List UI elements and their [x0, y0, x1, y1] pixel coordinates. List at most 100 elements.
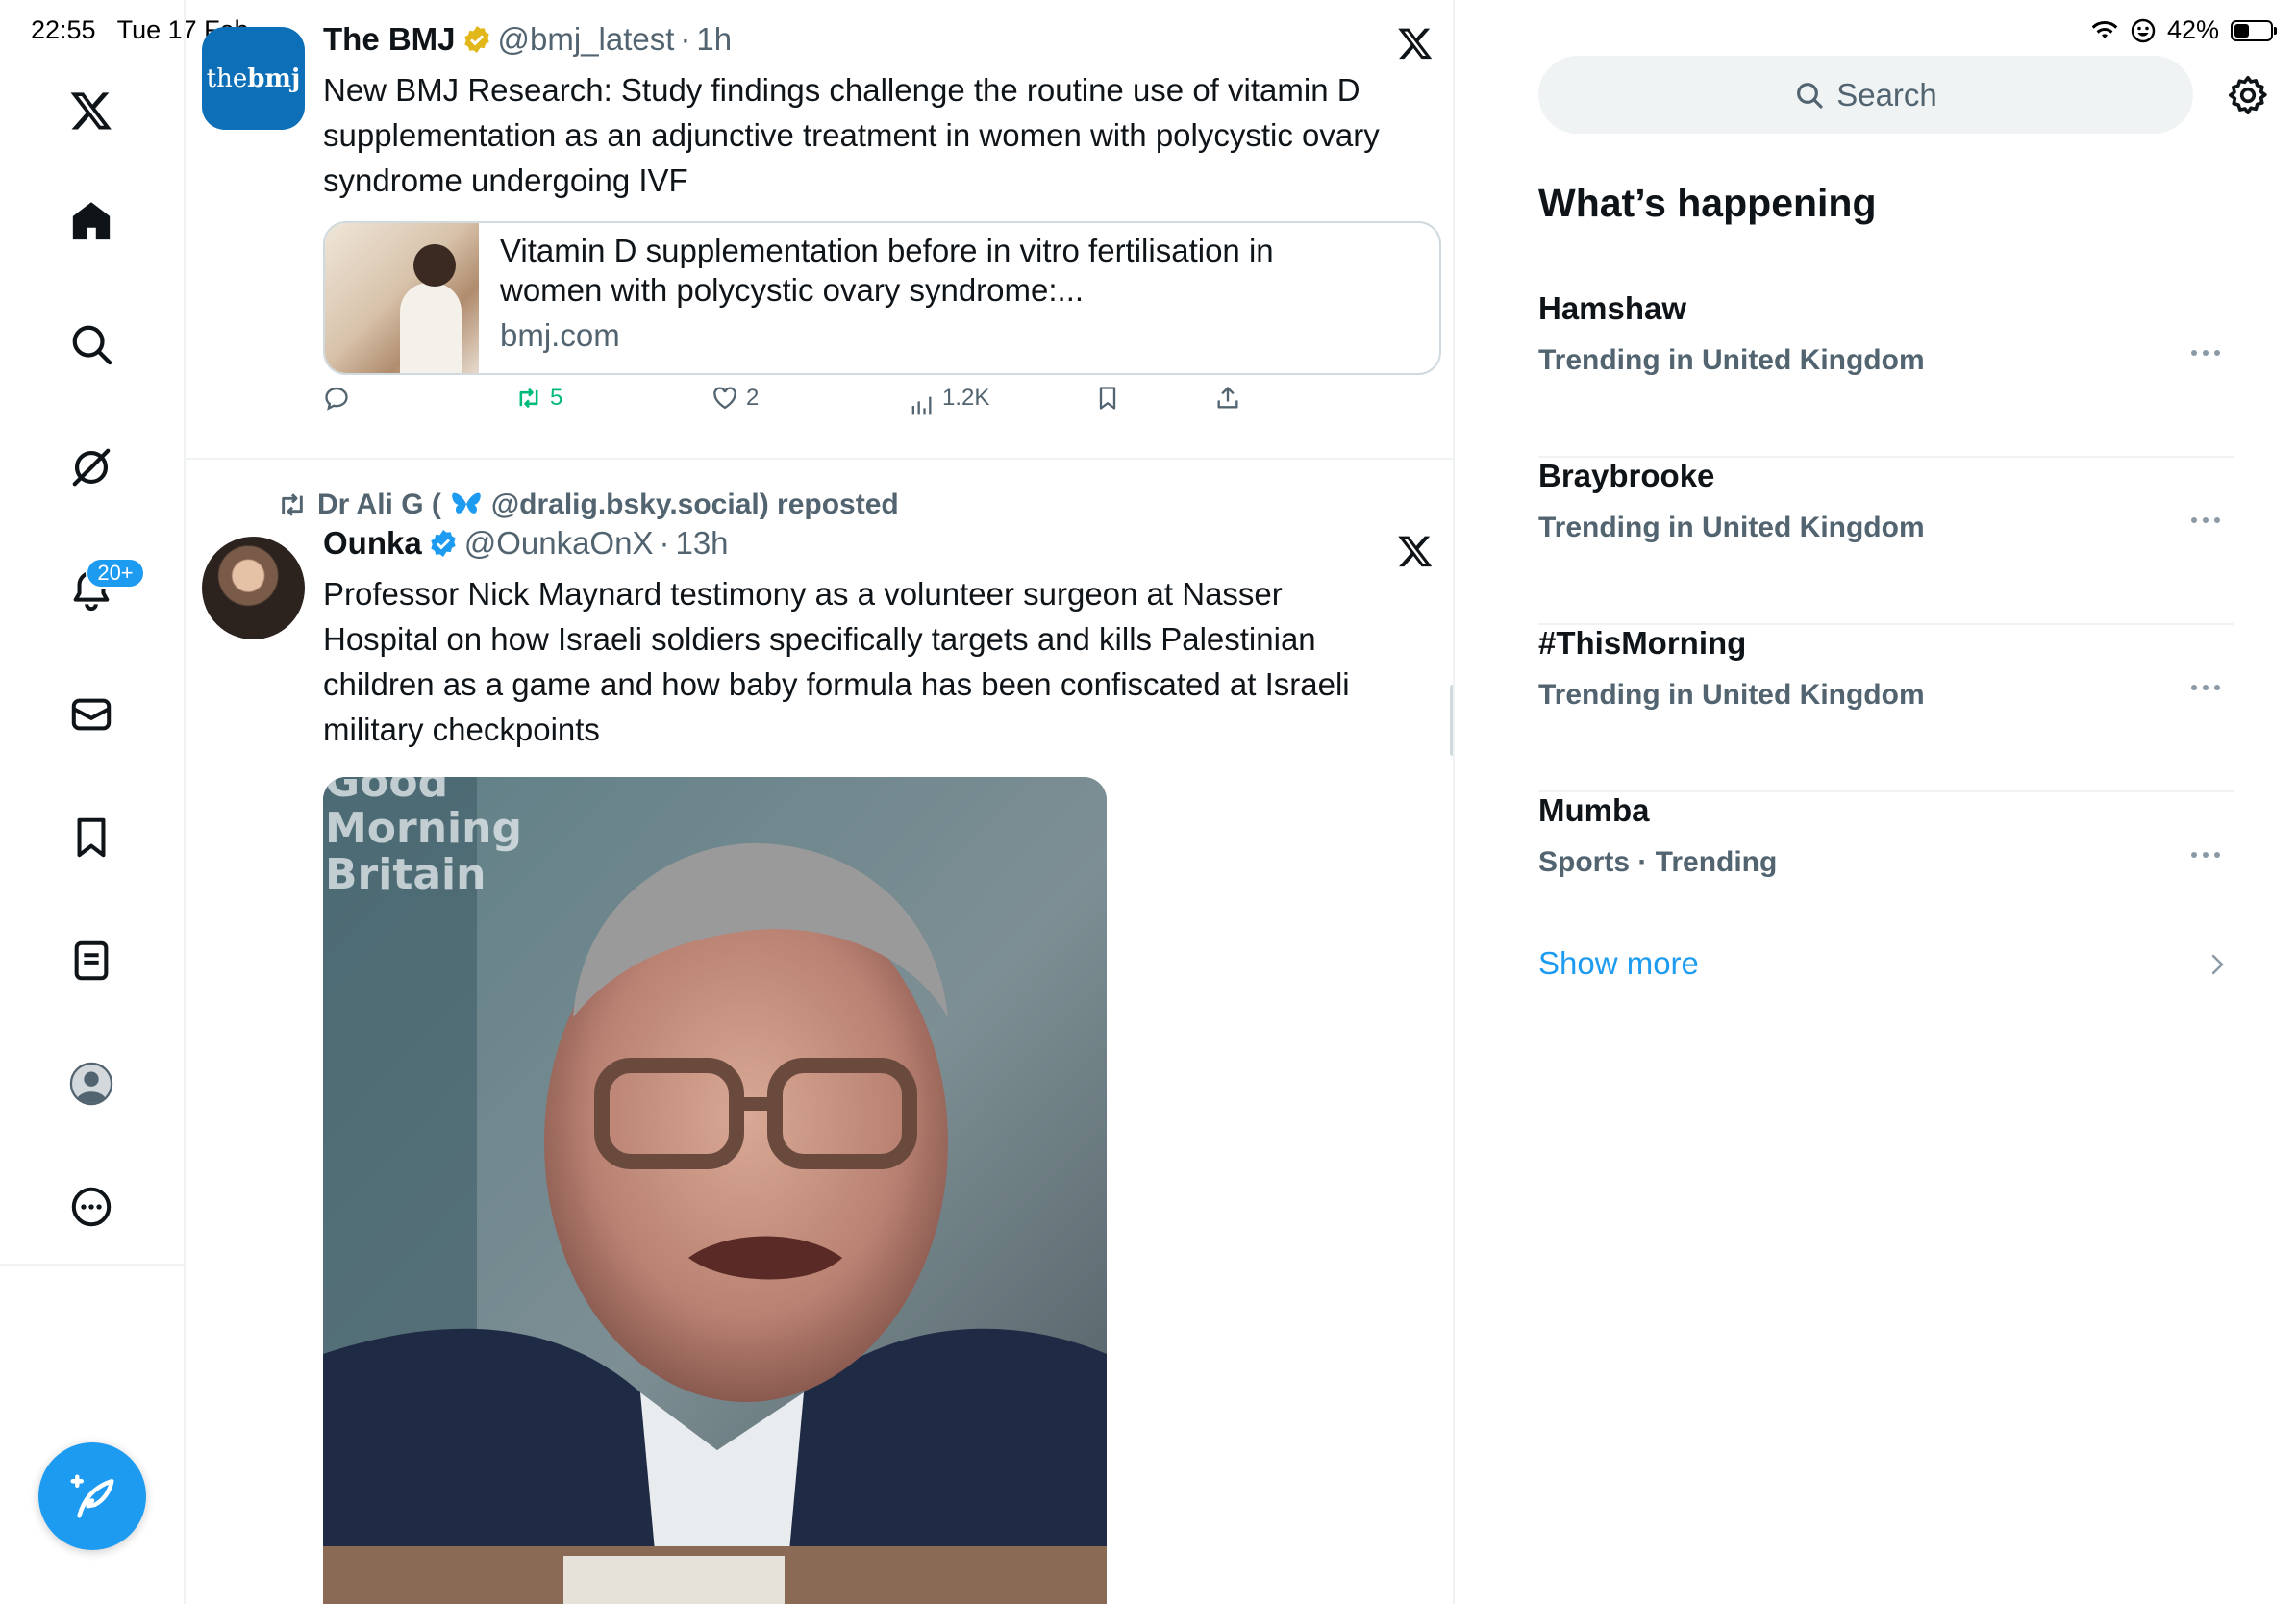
search-icon — [72, 325, 112, 365]
search-input[interactable]: Search — [1538, 56, 2193, 134]
tweet[interactable]: Dr Ali G ( @dralig.bsky.social) reposted… — [186, 460, 1453, 1604]
nav-home[interactable] — [60, 189, 123, 253]
link-card-domain: bmj.com — [500, 317, 620, 353]
ounka-avatar[interactable] — [202, 537, 305, 639]
tweet-actions: 5 2 1.2K — [323, 385, 1285, 433]
tweet-video[interactable]: Good Morning Britain — [323, 777, 1107, 1604]
video-frame: Good Morning Britain — [323, 777, 1107, 1604]
reply-icon — [325, 387, 348, 411]
link-card-title: Vitamin D supplementation before in vitr… — [500, 233, 1274, 308]
link-preview-card[interactable]: Vitamin D supplementation before in vitr… — [323, 221, 1441, 375]
repost-by-name: Dr Ali G ( — [317, 489, 441, 520]
author-handle[interactable]: @bmj_latest — [498, 21, 675, 58]
right-sidebar: Search What’s happening Hamshaw Trending… — [1457, 0, 2296, 1604]
views-button[interactable]: 1.2K — [908, 377, 989, 419]
bookmark-button[interactable] — [1094, 385, 1121, 412]
heart-icon — [713, 387, 736, 410]
views-bar-chart-icon — [911, 396, 932, 415]
separator-dot: · — [659, 525, 670, 561]
share-upload-icon — [1217, 387, 1238, 409]
more-horizontal-icon[interactable] — [2189, 515, 2222, 525]
thumbnail-person-body — [400, 283, 462, 373]
share-button[interactable] — [1214, 385, 1241, 412]
grok-icon — [72, 448, 111, 487]
tweet[interactable]: the bmj The BMJ @bmj_latest · 1h New BMJ … — [186, 0, 1453, 460]
repost-context[interactable]: Dr Ali G ( @dralig.bsky.social) reposted — [277, 489, 899, 521]
timeline[interactable]: the bmj The BMJ @bmj_latest · 1h New BMJ … — [186, 0, 1455, 1604]
tweet-header: Ounka @OunkaOnX · 13h — [323, 525, 729, 562]
trend-name: Hamshaw — [1538, 290, 1687, 326]
search-icon — [1797, 82, 1823, 109]
trend-item[interactable]: Mumba Sports · Trending — [1538, 792, 2234, 960]
left-navigation: 20+ — [0, 0, 186, 1604]
verified-gold-badge-icon — [463, 26, 489, 53]
lists-icon — [74, 940, 109, 981]
butterfly-emoji-icon — [452, 492, 481, 514]
tweet-time[interactable]: 13h — [675, 525, 728, 562]
like-button[interactable]: 2 — [711, 385, 759, 412]
tweet-text: Professor Nick Maynard testimony as a vo… — [323, 576, 1350, 747]
nav-divider — [0, 1264, 186, 1266]
retweet-button[interactable]: 5 — [515, 385, 562, 412]
profile-avatar-icon — [69, 1062, 113, 1106]
trend-item[interactable]: Hamshaw Trending in United Kingdom — [1538, 290, 2234, 458]
trend-item[interactable]: Braybrooke Trending in United Kingdom — [1538, 458, 2234, 625]
gear-icon[interactable] — [2226, 73, 2270, 117]
compose-feather-icon — [70, 1474, 114, 1518]
x-source-icon[interactable] — [1397, 25, 1434, 62]
trend-name: #ThisMorning — [1538, 625, 1747, 661]
bookmark-icon — [1099, 387, 1116, 410]
more-circle-icon — [71, 1187, 112, 1227]
more-horizontal-icon[interactable] — [2189, 348, 2222, 358]
more-horizontal-icon[interactable] — [2189, 683, 2222, 692]
views-count: 1.2K — [942, 385, 990, 411]
thumbnail-person-head — [413, 244, 456, 287]
home-icon — [72, 202, 111, 240]
section-title: What’s happening — [1538, 181, 1877, 225]
repost-icon — [282, 493, 303, 516]
like-count: 2 — [746, 385, 760, 411]
nav-messages[interactable] — [60, 683, 123, 746]
bookmark-icon — [77, 817, 106, 858]
tweet-header: The BMJ @bmj_latest · 1h — [323, 21, 732, 58]
separator-dot: · — [680, 21, 691, 57]
retweet-count: 5 — [550, 385, 563, 411]
trend-meta: Trending in United Kingdom — [1538, 344, 1925, 376]
trend-meta: Trending in United Kingdom — [1538, 512, 1925, 543]
x-logo-icon — [70, 92, 112, 130]
verified-blue-badge-icon — [431, 530, 456, 557]
nav-explore[interactable] — [60, 313, 123, 376]
nav-bookmarks[interactable] — [60, 806, 123, 869]
bmj-avatar[interactable]: the bmj — [202, 27, 305, 130]
author-handle[interactable]: @OunkaOnX — [464, 525, 654, 562]
show-more-link[interactable]: Show more — [1538, 945, 1699, 982]
nav-lists[interactable] — [60, 929, 123, 992]
trend-name: Mumba — [1538, 792, 1650, 828]
nav-more[interactable] — [60, 1175, 123, 1239]
link-card-thumbnail — [325, 223, 479, 373]
trend-item[interactable]: #ThisMorning Trending in United Kingdom — [1538, 625, 2234, 792]
search-placeholder: Search — [1836, 76, 1937, 113]
tweet-time[interactable]: 1h — [696, 21, 732, 58]
retweet-icon — [519, 388, 538, 409]
author-name[interactable]: Ounka — [323, 525, 422, 562]
x-home-logo[interactable] — [60, 79, 123, 142]
nav-profile[interactable] — [60, 1052, 123, 1115]
trend-meta: Sports · Trending — [1538, 846, 1778, 878]
reply-button[interactable] — [323, 385, 350, 412]
notification-badge: 20+ — [86, 558, 145, 589]
trend-name: Braybrooke — [1538, 458, 1715, 493]
nav-grok[interactable] — [60, 436, 123, 499]
x-source-icon[interactable] — [1397, 533, 1434, 569]
chevron-right-icon[interactable] — [2207, 952, 2228, 977]
author-name[interactable]: The BMJ — [323, 21, 456, 58]
avatar-text-light: the — [206, 63, 248, 93]
repost-by-handle: @dralig.bsky.social) reposted — [490, 489, 899, 520]
more-horizontal-icon[interactable] — [2189, 850, 2222, 860]
compose-button[interactable] — [38, 1442, 146, 1550]
mail-icon — [71, 698, 112, 731]
avatar-text-bold: bmj — [247, 63, 301, 93]
scrollbar[interactable] — [1450, 685, 1453, 756]
trend-meta: Trending in United Kingdom — [1538, 679, 1925, 711]
tweet-text: New BMJ Research: Study findings challen… — [323, 72, 1380, 198]
